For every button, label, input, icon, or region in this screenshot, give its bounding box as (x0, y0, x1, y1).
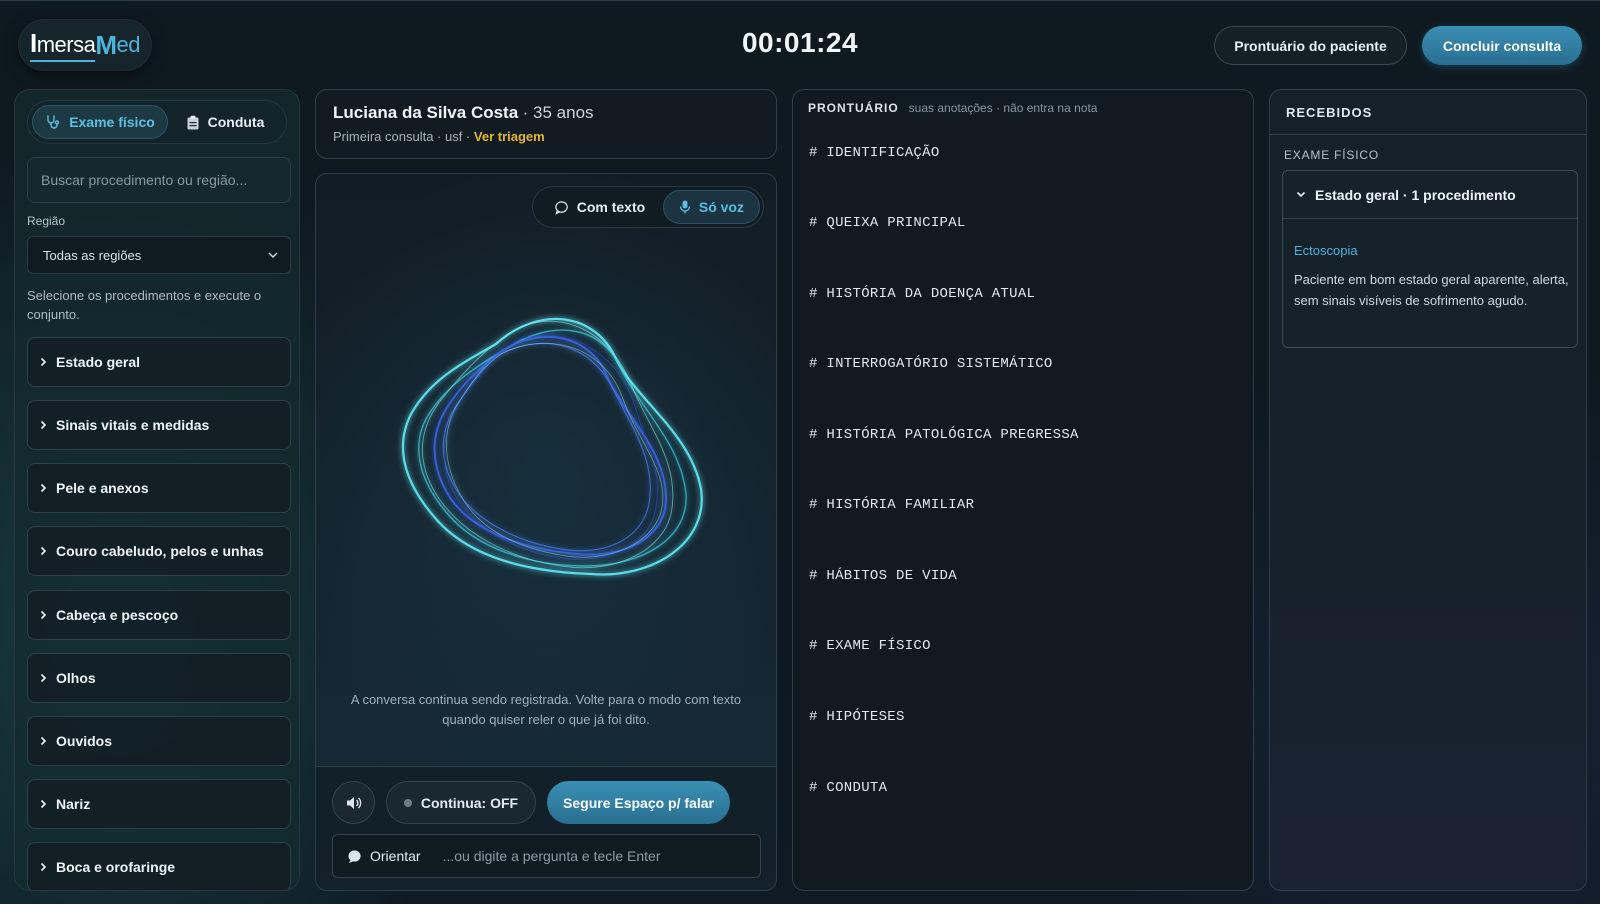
chevron-right-icon (40, 357, 47, 367)
notes-section-hypotheses[interactable]: # HIPÓTESES (809, 709, 905, 725)
view-triage-link[interactable]: Ver triagem (474, 129, 545, 144)
section-scalp-hair-nails[interactable]: Couro cabeludo, pelos e unhas (27, 526, 291, 576)
notes-section-present-illness[interactable]: # HISTÓRIA DA DOENÇA ATUAL (809, 286, 1035, 302)
received-group-label: EXAME FÍSICO (1284, 148, 1379, 162)
mode-toggle: Com texto Só voz (532, 186, 764, 228)
voice-controls: Continua: OFF Segure Espaço p/ falar Ori… (316, 766, 776, 890)
section-general-state[interactable]: Estado geral (27, 337, 291, 387)
section-nose[interactable]: Nariz (27, 779, 291, 829)
section-skin[interactable]: Pele e anexos (27, 463, 291, 513)
push-to-talk-button[interactable]: Segure Espaço p/ falar (547, 781, 730, 824)
chevron-right-icon (40, 483, 47, 493)
notes-section-past-history[interactable]: # HISTÓRIA PATOLÓGICA PREGRESSA (809, 427, 1079, 443)
procedures-panel: Exame físico Conduta Buscar procedimento… (14, 89, 300, 891)
notes-section-physical-exam[interactable]: # EXAME FÍSICO (809, 638, 931, 654)
mode-with-text-button[interactable]: Com texto (536, 190, 663, 224)
region-select[interactable]: Todas as regiões (27, 236, 291, 274)
continuous-toggle[interactable]: Continua: OFF (386, 781, 536, 824)
question-input[interactable]: Orientar ...ou digite a pergunta e tecle… (332, 834, 761, 878)
received-procedure-text: Paciente em bom estado geral aparente, a… (1294, 272, 1569, 308)
tab-conduct[interactable]: Conduta (168, 105, 282, 139)
procedure-search-input[interactable]: Buscar procedimento ou região... (27, 157, 291, 203)
chevron-right-icon (40, 420, 47, 430)
notes-section-systems-review[interactable]: # INTERROGATÓRIO SISTEMÁTICO (809, 356, 1053, 372)
chevron-right-icon (40, 673, 47, 683)
voice-panel: Com texto Só voz A conversa continua sen… (315, 173, 777, 891)
stethoscope-icon (47, 115, 60, 129)
voice-orb-visualizer (401, 317, 703, 576)
region-label: Região (27, 214, 66, 228)
notes-section-family-history[interactable]: # HISTÓRIA FAMILIAR (809, 497, 974, 513)
received-card-header[interactable]: Estado geral · 1 procedimento (1283, 171, 1577, 219)
notes-section-lifestyle[interactable]: # HÁBITOS DE VIDA (809, 568, 957, 584)
notes-title: PRONTUÁRIO (808, 101, 899, 115)
top-bar: Imersa Med 00:01:24 Prontuário do pacient… (0, 0, 1600, 88)
chevron-right-icon (40, 546, 47, 556)
patient-subtitle: Primeira consulta · usf · (333, 129, 471, 144)
patient-card: Luciana da Silva Costa · 35 anos Primeir… (315, 89, 777, 159)
patient-name: Luciana da Silva Costa (333, 103, 519, 122)
question-placeholder: ...ou digite a pergunta e tecle Enter (442, 848, 661, 864)
received-title: RECEBIDOS (1270, 90, 1586, 135)
status-dot (403, 798, 412, 807)
tab-physical-exam[interactable]: Exame físico (32, 105, 168, 139)
section-eyes[interactable]: Olhos (27, 653, 291, 703)
chevron-right-icon (40, 610, 47, 620)
microphone-icon (679, 200, 691, 214)
notes-section-identification[interactable]: # IDENTIFICAÇÃO (809, 145, 940, 161)
chevron-right-icon (40, 799, 47, 809)
notes-panel: PRONTUÁRIO suas anotações · não entra na… (792, 89, 1254, 891)
voice-mode-note: A conversa continua sendo registrada. Vo… (350, 692, 742, 727)
instruction-text: Selecione os procedimentos e execute o c… (27, 288, 262, 322)
section-head-neck[interactable]: Cabeça e pescoço (27, 590, 291, 640)
patient-record-button[interactable]: Prontuário do paciente (1214, 26, 1407, 65)
received-procedure-name: Ectoscopia (1294, 243, 1358, 258)
notes-subtitle: suas anotações · não entra na nota (908, 101, 1098, 115)
received-card: Estado geral · 1 procedimento Ectoscopia… (1282, 170, 1578, 348)
orient-label: Orientar (370, 848, 421, 864)
clipboard-icon (187, 115, 199, 129)
chevron-down-icon (268, 252, 278, 258)
consultation-timer: 00:01:24 (741, 27, 859, 58)
mode-voice-only-button[interactable]: Só voz (662, 190, 760, 224)
patient-age: · 35 anos (522, 103, 594, 122)
app-logo[interactable]: Imersa Med (18, 19, 152, 71)
received-panel: RECEBIDOS EXAME FÍSICO Estado geral · 1 … (1269, 89, 1587, 891)
chevron-down-icon (1296, 191, 1306, 198)
chevron-right-icon (40, 736, 47, 746)
speech-bubble-icon (348, 849, 361, 863)
section-mouth-oropharynx[interactable]: Boca e orofaringe (27, 842, 291, 890)
section-vital-signs[interactable]: Sinais vitais e medidas (27, 400, 291, 450)
finish-consultation-button[interactable]: Concluir consulta (1422, 26, 1582, 65)
notes-section-chief-complaint[interactable]: # QUEIXA PRINCIPAL (809, 215, 966, 231)
speaker-icon (346, 796, 361, 809)
speaker-button[interactable] (332, 781, 375, 824)
left-panel-tabs: Exame físico Conduta (27, 100, 287, 144)
chat-bubble-icon (555, 200, 568, 215)
section-ears[interactable]: Ouvidos (27, 716, 291, 766)
notes-section-conduct[interactable]: # CONDUTA (809, 780, 887, 796)
chevron-right-icon (40, 862, 47, 872)
